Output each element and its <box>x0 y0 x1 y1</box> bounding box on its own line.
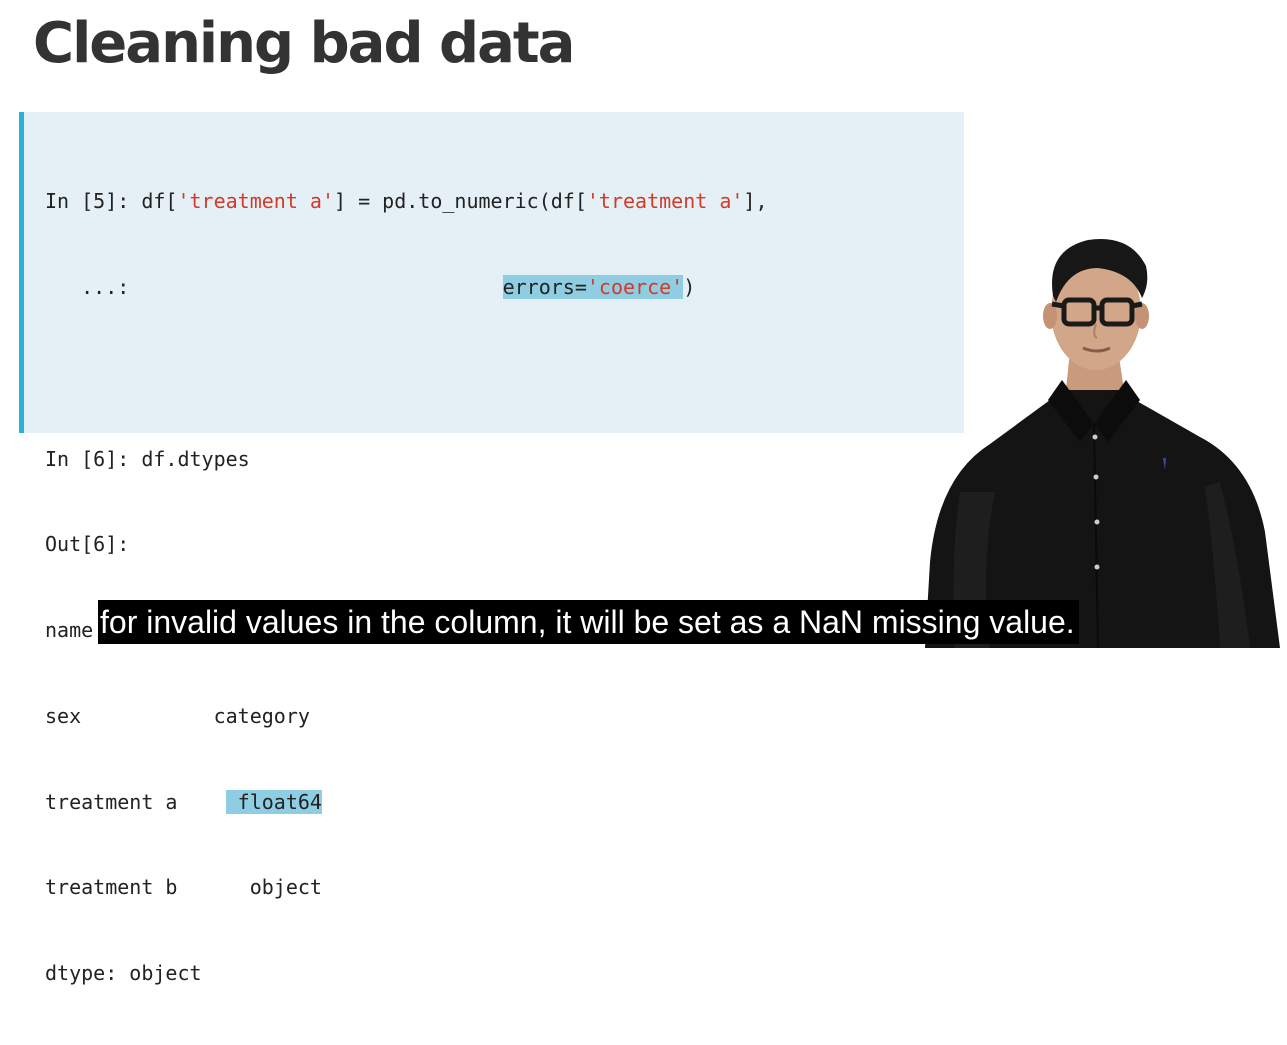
errors-keyword: errors= <box>502 274 587 299</box>
code-line-continuation: ...: errors='coerce') <box>45 273 768 302</box>
dtype-row: treatment a float64 <box>45 788 768 817</box>
code-line-out6: Out[6]: <box>45 532 130 557</box>
coerce-string: 'coerce' <box>586 274 684 299</box>
dtype-row-value: object <box>249 875 322 900</box>
dtype-row-name: treatment b <box>45 875 178 900</box>
errors-highlight: errors='coerce' <box>502 274 684 299</box>
code-text: ] = pd.to_numeric(df[ <box>334 189 587 214</box>
dtype-row: sex category <box>45 702 768 731</box>
code-block: In [5]: df['treatment a'] = pd.to_numeri… <box>19 112 964 985</box>
dtype-row-value: category <box>213 703 310 728</box>
dtype-row: treatment b object <box>45 873 768 902</box>
video-caption: for invalid values in the column, it wil… <box>98 600 1079 644</box>
dtype-footer: dtype: object <box>45 961 202 986</box>
continuation-prompt: ...: <box>45 274 130 299</box>
code-text: ], <box>743 189 768 214</box>
presenter-video <box>925 239 1280 648</box>
dtype-row-name: sex <box>45 703 82 728</box>
code-line-in5: In [5]: df['treatment a'] = pd.to_numeri… <box>45 187 768 216</box>
dtype-row-name: treatment a <box>45 789 178 814</box>
code-line-in6: In [6]: df.dtypes <box>45 446 250 471</box>
code-string: 'treatment a' <box>177 189 334 214</box>
slide-title: Cleaning bad data <box>33 11 575 76</box>
close-paren: ) <box>683 274 696 299</box>
dtype-row-name: name <box>45 618 94 643</box>
code-string: 'treatment a' <box>586 189 744 214</box>
code-text: In [5]: df[ <box>45 189 178 214</box>
code-lines: In [5]: df['treatment a'] = pd.to_numeri… <box>45 130 768 1045</box>
dtype-row-value-highlighted: float64 <box>225 789 322 814</box>
